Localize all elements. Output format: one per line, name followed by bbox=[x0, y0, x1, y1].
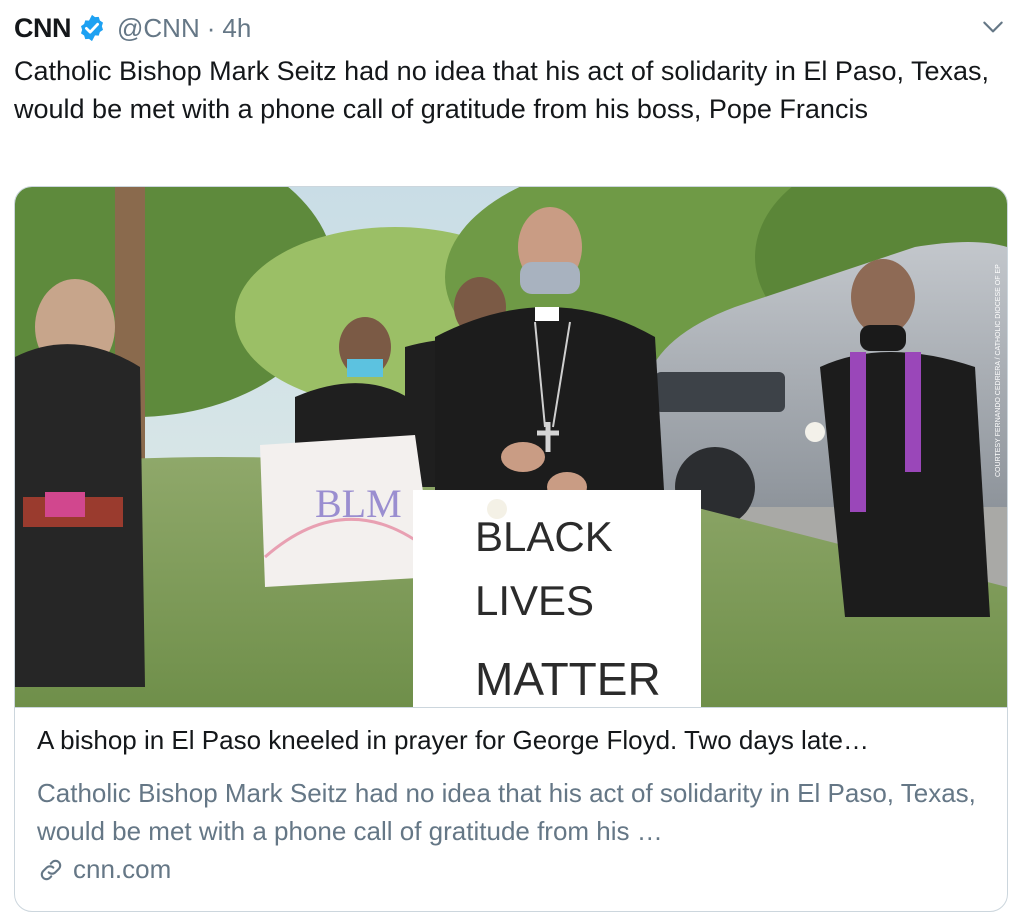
link-card[interactable]: BLM BLACK LIVES MATTER COURTESY FERNANDO… bbox=[14, 186, 1008, 912]
sign-line-lives: LIVES bbox=[475, 577, 594, 624]
article-photo[interactable]: BLM BLACK LIVES MATTER COURTESY FERNANDO… bbox=[15, 187, 1007, 707]
verified-badge-icon bbox=[81, 14, 103, 42]
link-icon bbox=[40, 859, 62, 880]
tweet-text: Catholic Bishop Mark Seitz had no idea t… bbox=[14, 56, 990, 124]
card-domain-text: cnn.com bbox=[73, 854, 172, 884]
sign-line-matter: MATTER bbox=[475, 653, 661, 705]
chevron-down-icon[interactable] bbox=[980, 14, 1006, 40]
card-domain[interactable]: cnn.com bbox=[37, 854, 171, 885]
photo-credit: COURTESY FERNANDO CEDRERA / CATHOLIC DIO… bbox=[995, 264, 1002, 477]
author-name[interactable]: CNN bbox=[14, 13, 72, 44]
tweet-timestamp[interactable]: 4h bbox=[222, 13, 251, 44]
tweet: CNN @CNN · 4h Catholic Bishop Mark Seitz… bbox=[0, 0, 1024, 915]
card-title: A bishop in El Paso kneeled in prayer fo… bbox=[37, 725, 869, 755]
card-body[interactable]: A bishop in El Paso kneeled in prayer fo… bbox=[15, 707, 1007, 911]
tweet-header: CNN @CNN · 4h bbox=[14, 8, 251, 48]
author-handle[interactable]: @CNN bbox=[117, 13, 200, 44]
separator-dot: · bbox=[206, 12, 216, 43]
sign-line-black: BLACK bbox=[475, 513, 613, 560]
card-description: Catholic Bishop Mark Seitz had no idea t… bbox=[37, 778, 976, 846]
